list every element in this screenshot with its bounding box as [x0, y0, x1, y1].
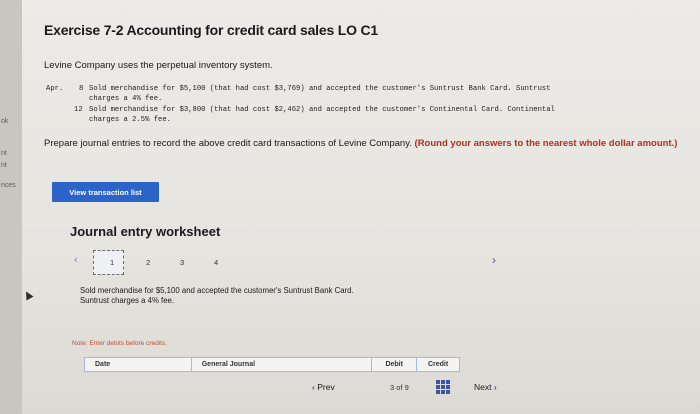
left-sidebar: ok nt nt nces	[0, 0, 23, 414]
chevron-left-icon: ‹	[312, 382, 315, 392]
worksheet-next-arrow[interactable]: ›	[492, 253, 496, 267]
step-1[interactable]: 1	[110, 258, 114, 267]
step-2[interactable]: 2	[146, 258, 150, 267]
chevron-right-icon: ›	[493, 382, 497, 392]
active-step-box[interactable]	[93, 250, 124, 275]
debit-credit-note: Note: Enter debits before credits.	[72, 340, 168, 347]
entry-description-line: Sold merchandise for $5,100 and accepted…	[80, 286, 354, 295]
exercise-page: Exercise 7-2 Accounting for credit card …	[22, 0, 700, 414]
page-indicator: 3 of 9	[390, 383, 409, 392]
exercise-intro: Levine Company uses the perpetual invent…	[44, 60, 273, 71]
transaction-text: charges a 4% fee.	[89, 95, 163, 103]
instructions-text: Prepare journal entries to record the ab…	[44, 138, 415, 149]
instructions: Prepare journal entries to record the ab…	[44, 138, 684, 150]
column-date: Date	[85, 358, 192, 371]
column-credit: Credit	[427, 361, 449, 368]
grid-icon[interactable]	[436, 380, 450, 394]
transaction-day: 8	[79, 85, 84, 93]
worksheet-prev-arrow[interactable]: ‹	[74, 254, 78, 266]
entry-description: Sold merchandise for $5,100 and accepted…	[80, 286, 354, 306]
worksheet-title: Journal entry worksheet	[70, 224, 221, 239]
next-button[interactable]: Next ›	[474, 382, 497, 392]
sidebar-label: nt	[1, 162, 7, 169]
entry-description-line: Suntrust charges a 4% fee.	[80, 296, 175, 305]
rounding-note: (Round your answers to the nearest whole…	[414, 138, 678, 149]
step-4[interactable]: 4	[214, 258, 218, 267]
transaction-text: Sold merchandise for $3,800 (that had co…	[89, 106, 555, 114]
next-label: Next	[474, 382, 492, 392]
transaction-text: Sold merchandise for $5,100 (that had co…	[89, 85, 551, 93]
journal-table-header: Date General Journal Debit Credit	[84, 357, 460, 372]
prev-button[interactable]: ‹ Prev	[312, 382, 335, 392]
exercise-title: Exercise 7-2 Accounting for credit card …	[44, 22, 378, 38]
column-debit: Debit	[372, 358, 418, 371]
sidebar-label: ok	[1, 118, 9, 125]
column-general-journal: General Journal	[192, 358, 373, 371]
prev-label: Prev	[317, 382, 335, 392]
transaction-text: charges a 2.5% fee.	[89, 116, 171, 124]
view-transaction-list-button[interactable]: View transaction list	[52, 182, 159, 202]
transaction-day: 12	[74, 106, 83, 114]
sidebar-label: nces	[1, 182, 16, 189]
sidebar-label: nt	[1, 150, 7, 157]
transaction-month: Apr.	[46, 85, 64, 93]
step-3[interactable]: 3	[180, 258, 184, 267]
